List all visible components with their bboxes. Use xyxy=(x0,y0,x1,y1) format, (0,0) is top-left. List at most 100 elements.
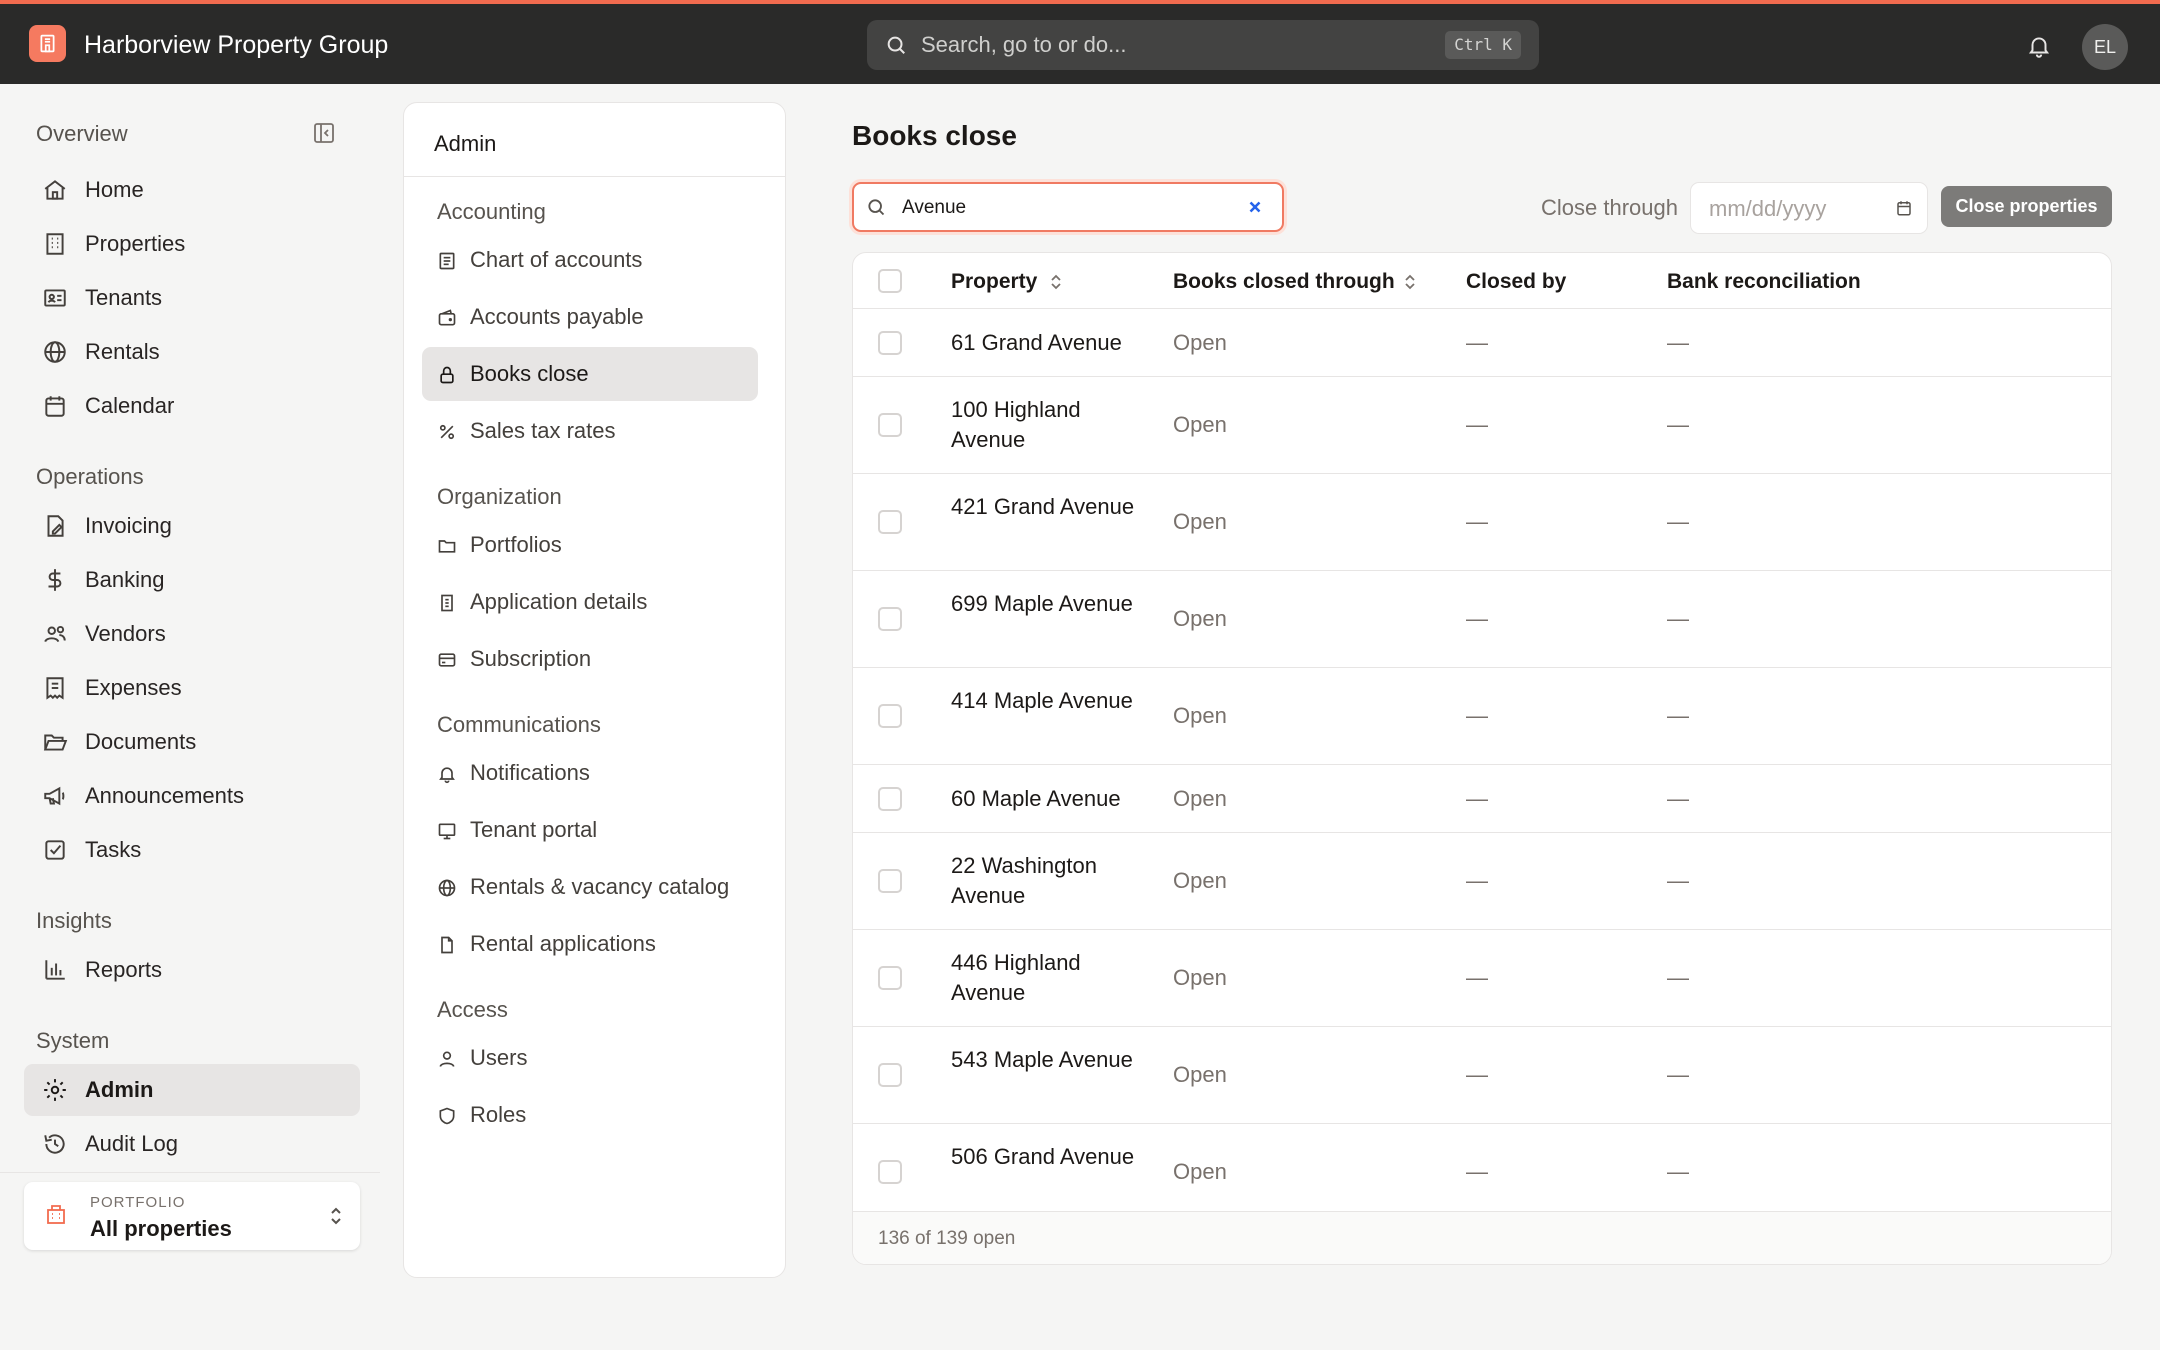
row-checkbox[interactable] xyxy=(878,869,902,893)
clear-filter-icon[interactable] xyxy=(1246,198,1264,216)
property-filter-input[interactable]: Avenue xyxy=(852,182,1284,232)
calendar-icon[interactable] xyxy=(1895,199,1913,217)
sidebar-item-banking[interactable]: Banking xyxy=(24,554,360,606)
table-row[interactable]: 22 Washington Avenue Open — — xyxy=(853,833,2111,930)
property-name[interactable]: 60 Maple Avenue xyxy=(951,784,1191,814)
folder-icon xyxy=(437,536,457,556)
table-header: Property Books closed through Closed by … xyxy=(853,253,2111,309)
sidebar-item-label: Documents xyxy=(85,729,197,754)
sidebar-item-calendar[interactable]: Calendar xyxy=(24,380,360,432)
search-icon xyxy=(866,197,886,217)
sidebar-item-invoicing[interactable]: Invoicing xyxy=(24,500,360,552)
admin-item-sales-tax-rates[interactable]: Sales tax rates xyxy=(422,404,758,458)
sidebar-item-properties[interactable]: Properties xyxy=(24,218,360,270)
admin-item-accounts-payable[interactable]: Accounts payable xyxy=(422,290,758,344)
sidebar-item-admin[interactable]: Admin xyxy=(24,1064,360,1116)
books-close-table: Property Books closed through Closed by … xyxy=(852,252,2112,1265)
admin-item-label: Application details xyxy=(470,589,648,614)
property-name[interactable]: 699 Maple Avenue xyxy=(951,589,1151,619)
sidebar-item-tasks[interactable]: Tasks xyxy=(24,824,360,876)
sidebar-item-audit-log[interactable]: Audit Log xyxy=(24,1118,360,1170)
row-checkbox[interactable] xyxy=(878,510,902,534)
table-row[interactable]: 414 Maple Avenue Open — — xyxy=(853,668,2111,765)
admin-item-rentals-vacancy-catalog[interactable]: Rentals & vacancy catalog xyxy=(422,860,758,914)
property-name[interactable]: 446 Highland Avenue xyxy=(951,948,1151,1008)
table-row[interactable]: 100 Highland Avenue Open — — xyxy=(853,377,2111,474)
admin-item-books-close[interactable]: Books close xyxy=(422,347,758,401)
column-header-bank-reconciliation: Bank reconciliation xyxy=(1667,270,1861,293)
sort-icon[interactable] xyxy=(1049,272,1063,292)
admin-item-tenant-portal[interactable]: Tenant portal xyxy=(422,803,758,857)
close-properties-button[interactable]: Close properties xyxy=(1941,186,2112,227)
row-checkbox[interactable] xyxy=(878,704,902,728)
admin-item-users[interactable]: Users xyxy=(422,1031,758,1085)
sidebar-item-expenses[interactable]: Expenses xyxy=(24,662,360,714)
sidebar-item-tenants[interactable]: Tenants xyxy=(24,272,360,324)
admin-item-application-details[interactable]: Application details xyxy=(422,575,758,629)
table-row[interactable]: 421 Grand Avenue Open — — xyxy=(853,474,2111,571)
column-header-books-closed-through[interactable]: Books closed through xyxy=(1173,269,1395,295)
row-checkbox[interactable] xyxy=(878,1160,902,1184)
portfolio-switcher[interactable]: PORTFOLIO All properties xyxy=(24,1182,360,1250)
admin-item-chart-of-accounts[interactable]: Chart of accounts xyxy=(422,233,758,287)
user-avatar[interactable]: EL xyxy=(2082,24,2128,70)
sidebar-item-documents[interactable]: Documents xyxy=(24,716,360,768)
admin-item-notifications[interactable]: Notifications xyxy=(422,746,758,800)
column-header-property[interactable]: Property xyxy=(951,269,1037,295)
sidebar-item-announcements[interactable]: Announcements xyxy=(24,770,360,822)
row-checkbox[interactable] xyxy=(878,787,902,811)
row-checkbox[interactable] xyxy=(878,607,902,631)
table-row[interactable]: 61 Grand Avenue Open — — xyxy=(853,309,2111,377)
select-all-checkbox[interactable] xyxy=(878,269,902,293)
sidebar-item-label: Announcements xyxy=(85,783,244,808)
admin-item-portfolios[interactable]: Portfolios xyxy=(422,518,758,572)
sidebar-item-vendors[interactable]: Vendors xyxy=(24,608,360,660)
sidebar-item-home[interactable]: Home xyxy=(24,164,360,216)
sidebar-item-label: Reports xyxy=(85,957,163,982)
sidebar-item-label: Calendar xyxy=(85,393,175,418)
close-through-date-input[interactable]: mm/dd/yyyy xyxy=(1690,182,1928,234)
table-row[interactable]: 699 Maple Avenue Open — — xyxy=(853,571,2111,668)
global-search-input[interactable]: Search, go to or do... Ctrl K xyxy=(867,20,1539,70)
date-placeholder: mm/dd/yyyy xyxy=(1709,196,1827,221)
table-row[interactable]: 446 Highland Avenue Open — — xyxy=(853,930,2111,1027)
table-row[interactable]: 60 Maple Avenue Open — — xyxy=(853,765,2111,833)
id-card-icon xyxy=(42,285,68,311)
property-name[interactable]: 22 Washington Avenue xyxy=(951,851,1151,911)
admin-item-rental-applications[interactable]: Rental applications xyxy=(422,917,758,971)
row-checkbox[interactable] xyxy=(878,413,902,437)
sidebar-item-reports[interactable]: Reports xyxy=(24,944,360,996)
admin-item-label: Users xyxy=(470,1045,528,1070)
closed-by: — xyxy=(1466,412,1488,437)
table-row[interactable]: 506 Grand Avenue Open — — xyxy=(853,1124,2111,1211)
brand-logo-icon[interactable] xyxy=(29,25,66,62)
property-name[interactable]: 414 Maple Avenue xyxy=(951,686,1151,716)
admin-item-label: Rentals & vacancy catalog xyxy=(470,874,730,899)
row-checkbox[interactable] xyxy=(878,331,902,355)
notifications-bell-icon[interactable] xyxy=(2026,33,2052,59)
lock-icon xyxy=(437,365,457,385)
row-checkbox[interactable] xyxy=(878,966,902,990)
row-checkbox[interactable] xyxy=(878,1063,902,1087)
property-name[interactable]: 506 Grand Avenue xyxy=(951,1142,1151,1172)
property-name[interactable]: 421 Grand Avenue xyxy=(951,492,1151,522)
admin-item-roles[interactable]: Roles xyxy=(422,1088,758,1142)
admin-section-access: Access xyxy=(437,997,508,1022)
sidebar-item-rentals[interactable]: Rentals xyxy=(24,326,360,378)
search-icon xyxy=(885,34,907,56)
bank-reconciliation: — xyxy=(1667,412,1689,437)
sidebar-item-label: Admin xyxy=(85,1077,154,1102)
admin-item-subscription[interactable]: Subscription xyxy=(422,632,758,686)
sidebar-collapse-icon[interactable] xyxy=(312,121,336,145)
property-name[interactable]: 100 Highland Avenue xyxy=(951,395,1151,455)
page-title: Books close xyxy=(852,120,1017,151)
table-row[interactable]: 543 Maple Avenue Open — — xyxy=(853,1027,2111,1124)
sort-icon[interactable] xyxy=(1403,272,1417,292)
admin-item-label: Chart of accounts xyxy=(470,247,643,272)
property-name[interactable]: 543 Maple Avenue xyxy=(951,1045,1151,1075)
sidebar-item-label: Rentals xyxy=(85,339,160,364)
sidebar-item-label: Tenants xyxy=(85,285,163,310)
sidebar-item-label: Tasks xyxy=(85,837,142,862)
admin-item-label: Rental applications xyxy=(470,931,656,956)
property-name[interactable]: 61 Grand Avenue xyxy=(951,328,1151,358)
